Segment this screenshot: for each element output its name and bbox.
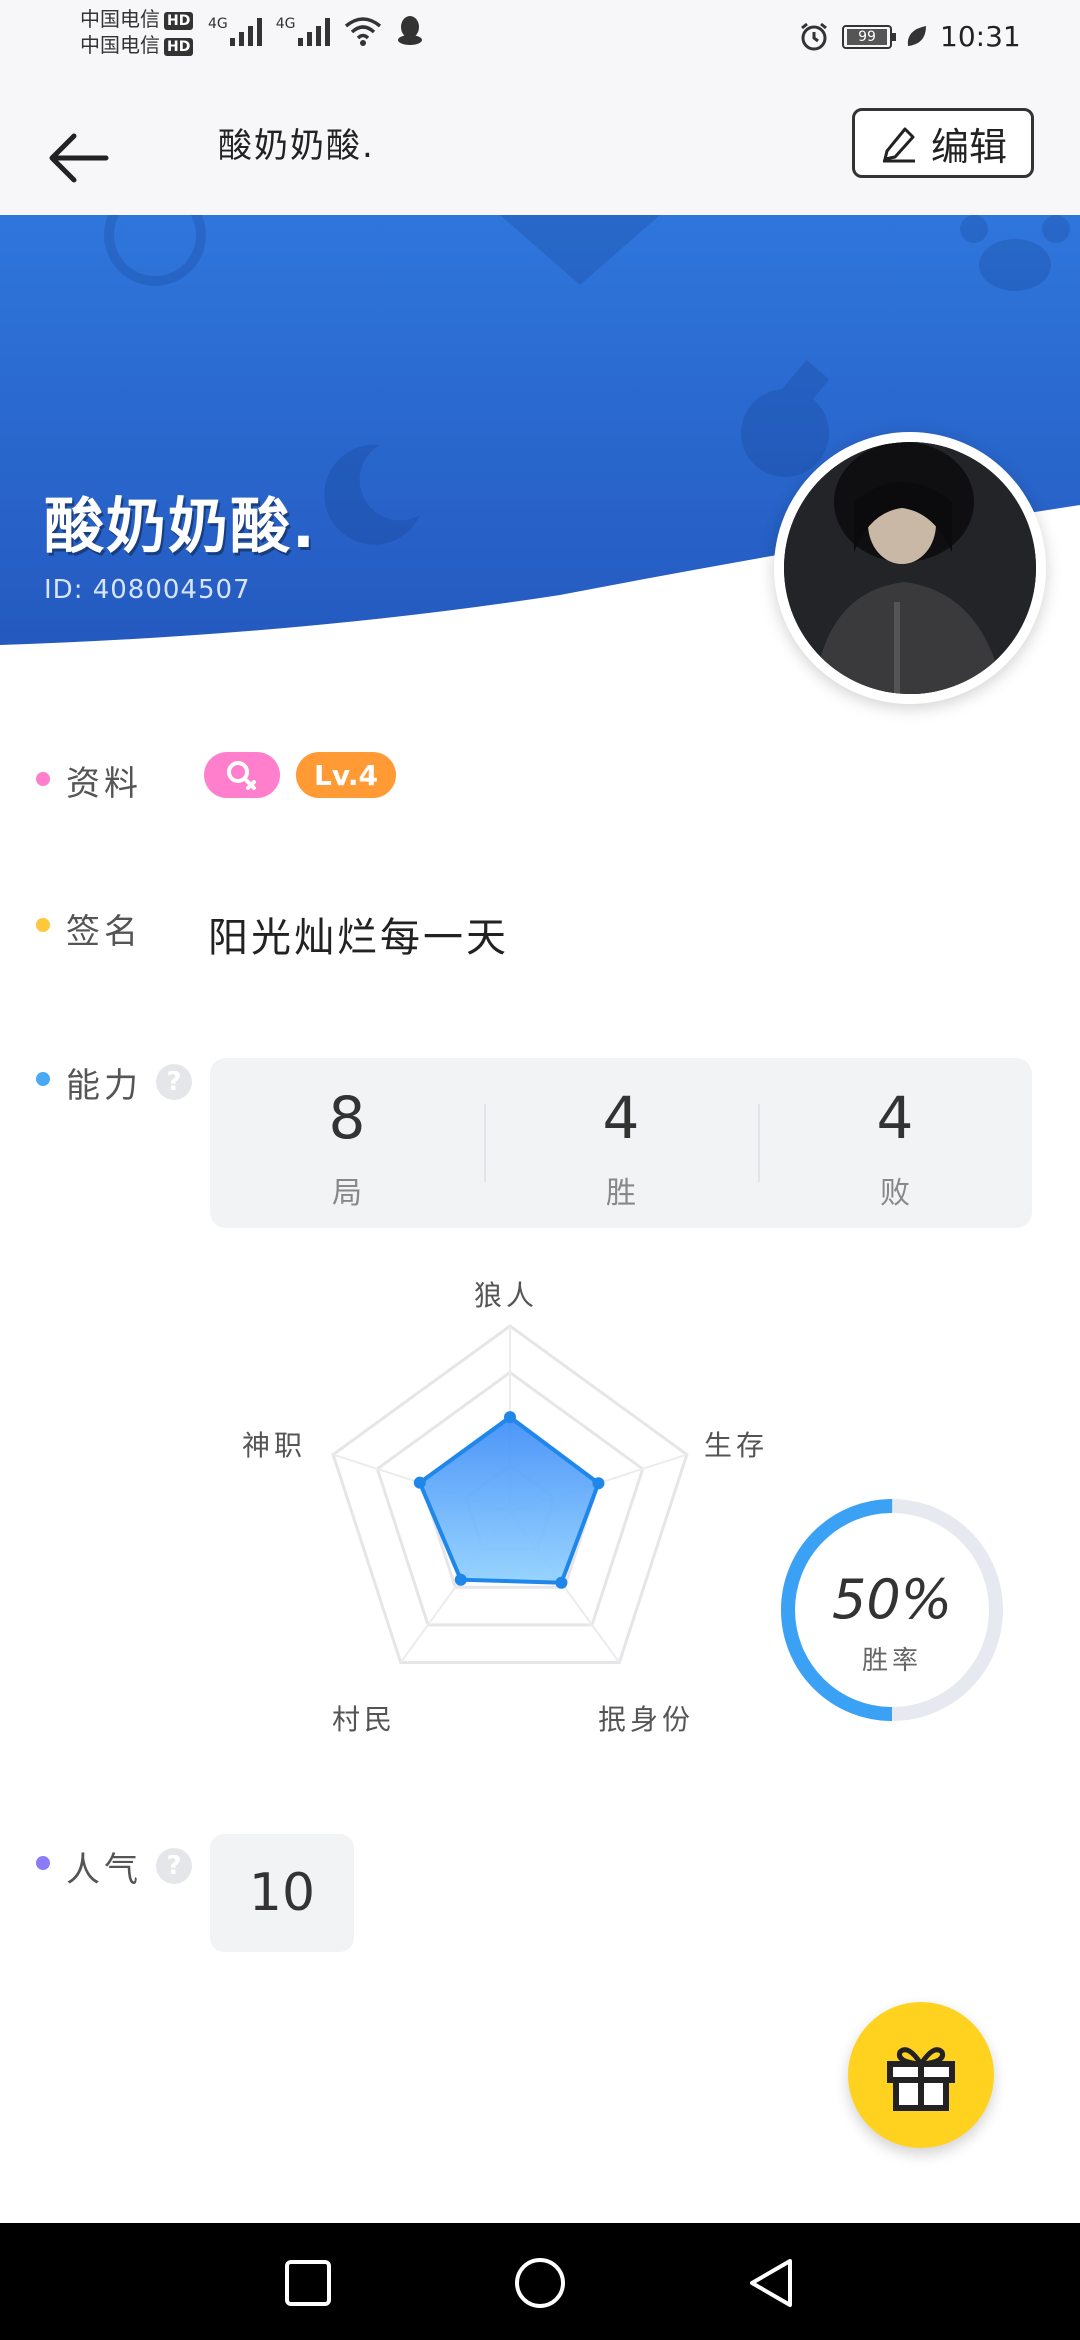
back-nav-button[interactable] [746, 2257, 796, 2309]
radar-label-werewolf: 狼人 [474, 1279, 539, 1312]
stats-card: 8 局 4 胜 4 败 [210, 1058, 1032, 1228]
battery-icon: 99 [842, 24, 896, 49]
radar-point [555, 1576, 568, 1589]
radar-svg [331, 1324, 689, 1664]
avatar[interactable] [774, 432, 1046, 704]
battery-level: 99 [847, 28, 887, 45]
page-title: 酸奶奶酸. [218, 126, 375, 166]
stat-label: 败 [880, 1176, 910, 1211]
home-button[interactable] [514, 2257, 566, 2309]
signature-text: 阳光灿烂每一天 [208, 915, 509, 961]
stat-losses: 4 败 [758, 1058, 1032, 1228]
status-right: 99 10:31 [798, 20, 1021, 53]
stat-value: 4 [876, 1084, 914, 1152]
popularity-value: 10 [210, 1834, 354, 1952]
network-type-1: 4G [208, 16, 228, 32]
carrier-2: 中国电信 [80, 33, 160, 57]
level-badge: Lv.4 [296, 752, 396, 798]
radar-label-god-role: 神职 [242, 1429, 307, 1462]
carrier-info: 中国电信 HD 中国电信 HD [80, 6, 194, 58]
ability-label: 能力 [66, 1066, 142, 1106]
status-bar: 中国电信 HD 中国电信 HD 4G 4G 99 10:31 [0, 0, 1080, 78]
decor-paw-icon [960, 215, 1070, 291]
gift-button[interactable] [848, 2002, 994, 2148]
radar-point [504, 1411, 516, 1424]
stat-wins: 4 胜 [484, 1058, 758, 1228]
radar-label-villager: 村民 [332, 1703, 397, 1736]
gift-icon [887, 2047, 955, 2111]
popularity-help-icon[interactable]: ? [156, 1848, 192, 1884]
radar-point [454, 1573, 467, 1586]
decor-heart-icon [500, 215, 660, 285]
stat-label: 局 [332, 1176, 362, 1211]
ability-radar-chart: 狼人 生存 抿身份 村民 神职 [220, 1260, 800, 1740]
avatar-image [784, 442, 1036, 694]
female-icon [227, 761, 256, 790]
stat-value: 8 [328, 1084, 366, 1152]
edit-button[interactable]: 编辑 [852, 108, 1034, 178]
win-rate-percent: 50% [831, 1568, 953, 1631]
stat-label: 胜 [606, 1176, 636, 1211]
carrier-1: 中国电信 [80, 7, 160, 31]
wifi-icon [344, 17, 381, 46]
signal-icon [297, 16, 330, 46]
info-label: 资料 [66, 764, 142, 804]
popularity-label: 人气 [66, 1850, 142, 1890]
leaf-icon [907, 25, 926, 46]
qq-icon [397, 16, 422, 45]
ability-dot [36, 1072, 50, 1086]
stat-games: 8 局 [210, 1058, 484, 1228]
radar-point [413, 1476, 426, 1489]
system-nav-bar [0, 2223, 1080, 2340]
edit-label: 编辑 [930, 124, 1007, 169]
signature-label: 签名 [66, 912, 142, 952]
win-rate-label: 胜率 [861, 1646, 922, 1676]
network-type-2: 4G [275, 16, 296, 32]
recent-apps-button[interactable] [284, 2259, 332, 2307]
pencil-icon [882, 127, 915, 163]
signal-icons: 4G 4G [208, 14, 424, 46]
radar-label-identify: 抿身份 [598, 1703, 695, 1736]
alarm-icon [801, 22, 827, 50]
ability-help-icon[interactable]: ? [156, 1064, 192, 1100]
profile-id: ID: 408004507 [44, 575, 251, 605]
gender-female-tag [204, 752, 280, 798]
signal-icon [229, 16, 262, 46]
profile-name: 酸奶奶酸. [44, 492, 317, 562]
hd-badge: HD [164, 37, 194, 56]
info-dot [36, 772, 50, 786]
stat-value: 4 [602, 1084, 640, 1152]
signature-dot [36, 918, 50, 932]
back-arrow-icon [49, 133, 109, 183]
radar-point [592, 1477, 605, 1490]
radar-label-survival: 生存 [704, 1429, 769, 1462]
popularity-dot [36, 1856, 50, 1870]
decor-bubble-icon [104, 215, 206, 286]
back-button[interactable] [46, 130, 126, 186]
hd-badge: HD [164, 11, 194, 30]
clock: 10:31 [940, 20, 1021, 53]
